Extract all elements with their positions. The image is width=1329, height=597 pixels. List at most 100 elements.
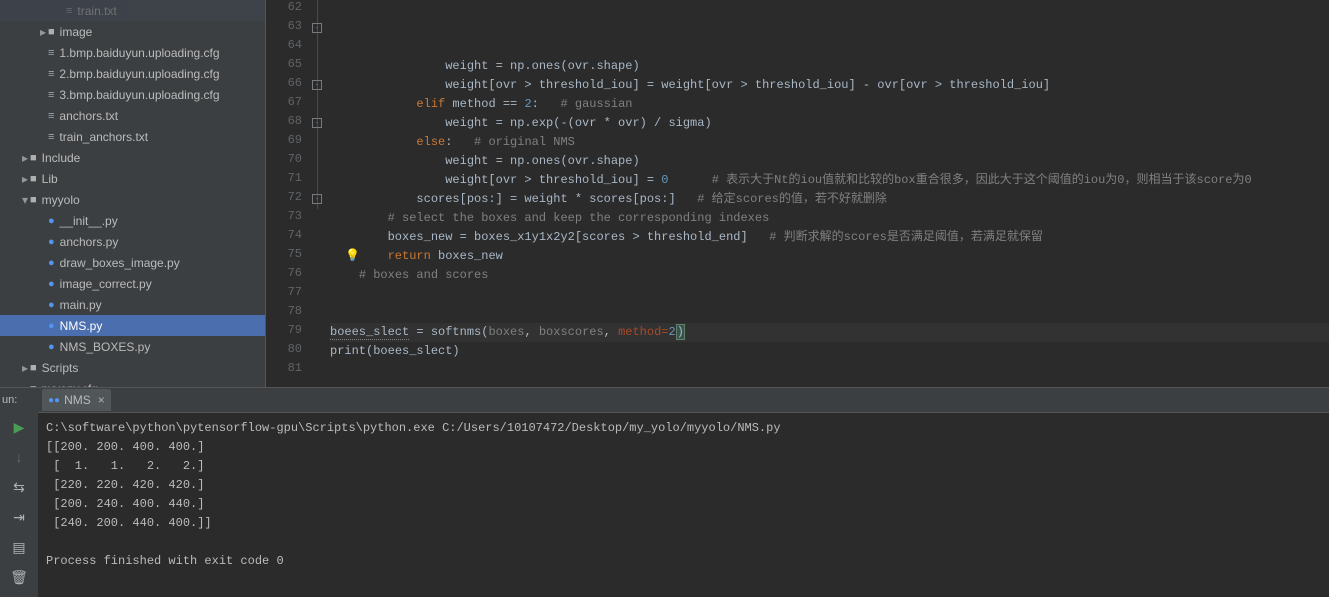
intention-bulb-icon[interactable]: 💡: [345, 247, 360, 266]
tree-item[interactable]: ▸■ image: [0, 21, 265, 42]
tree-item-label: draw_boxes_image.py: [60, 256, 180, 270]
code-line[interactable]: return boxes_new: [330, 247, 1329, 266]
file-icon: [66, 5, 72, 17]
tree-item-label: anchors.py: [60, 235, 119, 249]
fold-marker[interactable]: -: [312, 118, 322, 128]
folder-icon: ■: [30, 173, 37, 185]
tree-item[interactable]: main.py: [0, 294, 265, 315]
folder-icon: ■: [48, 26, 55, 38]
project-tree[interactable]: train.txt▸■image1.bmp.baiduyun.uploading…: [0, 0, 266, 387]
python-file-icon: [48, 320, 55, 332]
python-file-icon: [48, 299, 55, 311]
tree-item-label: train_anchors.txt: [59, 130, 148, 144]
code-line[interactable]: [330, 380, 1329, 399]
tree-item-label: NMS.py: [60, 319, 103, 333]
code-line[interactable]: boees_slect = softnms(boxes, boxscores, …: [330, 323, 1329, 342]
tree-item[interactable]: train_anchors.txt: [0, 126, 265, 147]
folder-icon: ■: [30, 194, 37, 206]
clear-console-icon[interactable]: 🗑: [10, 568, 28, 586]
tree-item-label: image: [60, 25, 93, 39]
code-line[interactable]: [330, 399, 1329, 418]
tree-item[interactable]: ▸■ Scripts: [0, 357, 265, 378]
python-file-icon: [48, 341, 55, 353]
python-file-icon: [48, 257, 55, 269]
tree-item-label: anchors.txt: [59, 109, 118, 123]
tree-item[interactable]: ▾■ myyolo: [0, 189, 265, 210]
tree-item-label: main.py: [60, 298, 102, 312]
chevron-right-icon[interactable]: ▸: [20, 172, 30, 186]
tree-item[interactable]: train.txt: [0, 0, 265, 21]
run-tab[interactable]: ● NMS ×: [42, 389, 111, 411]
code-line[interactable]: weight = np.ones(ovr.shape): [330, 57, 1329, 76]
tree-item-label: train.txt: [77, 4, 116, 18]
tree-item-label: NMS_BOXES.py: [60, 340, 151, 354]
tree-item[interactable]: 2.bmp.baiduyun.uploading.cfg: [0, 63, 265, 84]
folder-icon: ■: [30, 362, 37, 374]
file-icon: [48, 47, 54, 59]
tree-item[interactable]: ▸■ Lib: [0, 168, 265, 189]
code-line[interactable]: [330, 418, 1329, 437]
tree-item-label: 3.bmp.baiduyun.uploading.cfg: [59, 88, 219, 102]
console-output[interactable]: C:\software\python\pytensorflow-gpu\Scri…: [38, 413, 1329, 597]
tree-item[interactable]: 1.bmp.baiduyun.uploading.cfg: [0, 42, 265, 63]
close-icon[interactable]: ×: [98, 393, 105, 407]
tree-item-label: __init__.py: [60, 214, 118, 228]
rerun-icon[interactable]: ▶: [10, 418, 28, 436]
chevron-right-icon[interactable]: ▸: [20, 361, 30, 375]
run-tab-label: NMS: [64, 393, 91, 407]
fold-marker[interactable]: -: [312, 194, 322, 204]
code-line[interactable]: # boxes and scores: [330, 266, 1329, 285]
tree-item-label: myyolo: [42, 193, 80, 207]
python-file-icon: [48, 278, 55, 290]
scroll-to-end-icon[interactable]: ⇥: [10, 508, 28, 526]
file-icon: [48, 131, 54, 143]
code-line[interactable]: [330, 361, 1329, 380]
file-icon: [48, 110, 54, 122]
chevron-right-icon[interactable]: ▸: [38, 25, 48, 39]
code-line[interactable]: weight[ovr > threshold_iou] = weight[ovr…: [330, 76, 1329, 95]
code-line[interactable]: weight = np.exp(-(ovr * ovr) / sigma): [330, 114, 1329, 133]
python-file-icon: [48, 236, 55, 248]
tree-item[interactable]: NMS.py: [0, 315, 265, 336]
fold-column[interactable]: - - - -: [310, 0, 330, 387]
fold-marker[interactable]: -: [312, 80, 322, 90]
code-line[interactable]: boxes_new = boxes_x1y1x2y2[scores > thre…: [330, 228, 1329, 247]
tree-item[interactable]: NMS_BOXES.py: [0, 336, 265, 357]
print-icon[interactable]: ▤: [10, 538, 28, 556]
folder-icon: ■: [30, 152, 37, 164]
tree-item-label: Scripts: [42, 361, 79, 375]
chevron-down-icon[interactable]: ▾: [20, 193, 30, 207]
code-line[interactable]: print(boees_slect): [330, 342, 1329, 361]
tree-item[interactable]: draw_boxes_image.py: [0, 252, 265, 273]
stop-icon[interactable]: ↓: [10, 448, 28, 466]
tree-item[interactable]: anchors.py: [0, 231, 265, 252]
code-line[interactable]: elif method == 2: # gaussian: [330, 95, 1329, 114]
code-area[interactable]: 💡 weight = np.ones(ovr.shape) weight[ovr…: [330, 0, 1329, 387]
tree-item[interactable]: ▸■ Include: [0, 147, 265, 168]
tree-item-label: Include: [42, 151, 81, 165]
chevron-right-icon[interactable]: ▸: [20, 151, 30, 165]
file-icon: [48, 89, 54, 101]
code-line[interactable]: [330, 304, 1329, 323]
run-label: un:: [2, 394, 17, 406]
code-line[interactable]: [330, 285, 1329, 304]
tree-item[interactable]: image_correct.py: [0, 273, 265, 294]
code-line[interactable]: else: # original NMS: [330, 133, 1329, 152]
tree-item-label: 1.bmp.baiduyun.uploading.cfg: [59, 46, 219, 60]
code-line[interactable]: weight = np.ones(ovr.shape): [330, 152, 1329, 171]
code-editor[interactable]: 6263646566676869707172737475767778798081…: [266, 0, 1329, 387]
line-gutter: 6263646566676869707172737475767778798081: [266, 0, 310, 387]
tree-item-label: image_correct.py: [60, 277, 152, 291]
code-line[interactable]: scores[pos:] = weight * scores[pos:] # 给…: [330, 190, 1329, 209]
code-line[interactable]: # select the boxes and keep the correspo…: [330, 209, 1329, 228]
fold-marker[interactable]: -: [312, 23, 322, 33]
file-icon: [48, 68, 54, 80]
tree-item[interactable]: anchors.txt: [0, 105, 265, 126]
python-icon: ●: [48, 395, 60, 406]
tree-item[interactable]: 3.bmp.baiduyun.uploading.cfg: [0, 84, 265, 105]
toggle-soft-wrap-icon[interactable]: ⇆: [10, 478, 28, 496]
tree-item-label: Lib: [42, 172, 58, 186]
code-line[interactable]: weight[ovr > threshold_iou] = 0 # 表示大于Nt…: [330, 171, 1329, 190]
tree-item[interactable]: __init__.py: [0, 210, 265, 231]
tree-item[interactable]: pyvenv.cfg: [0, 378, 265, 387]
